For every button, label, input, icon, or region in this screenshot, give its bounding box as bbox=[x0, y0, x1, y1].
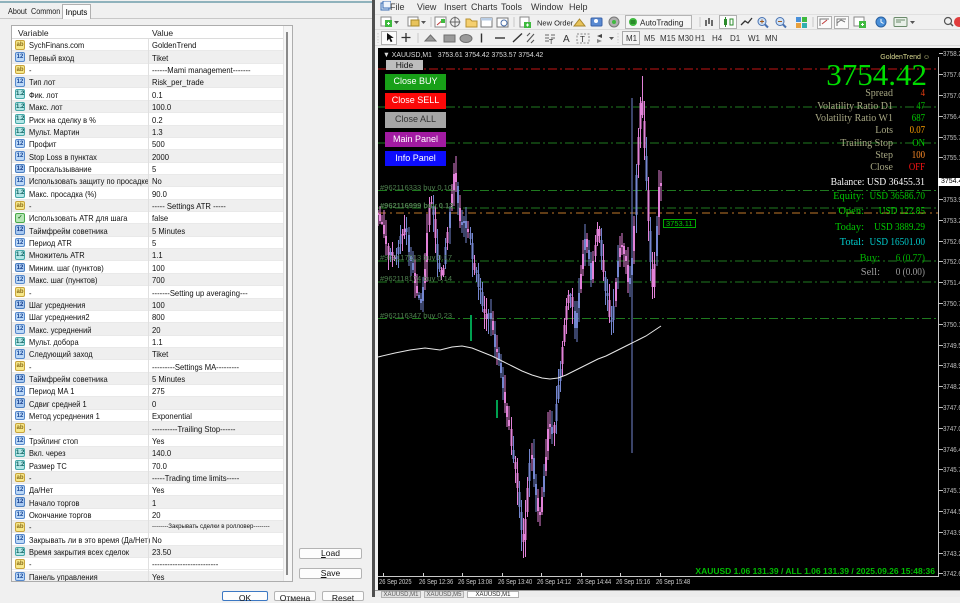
svg-text:A: A bbox=[563, 34, 570, 45]
svg-text:T: T bbox=[549, 39, 554, 45]
svg-text:MN: MN bbox=[765, 34, 778, 43]
svg-text:New Order: New Order bbox=[537, 19, 574, 28]
svg-text:M1: M1 bbox=[626, 34, 638, 43]
svg-text:M15: M15 bbox=[660, 34, 676, 43]
svg-text:T: T bbox=[580, 35, 585, 44]
svg-text:H4: H4 bbox=[712, 34, 723, 43]
svg-text:M30: M30 bbox=[678, 34, 694, 43]
svg-text:D1: D1 bbox=[730, 34, 741, 43]
svg-text:H1: H1 bbox=[695, 34, 706, 43]
svg-text:W1: W1 bbox=[748, 34, 761, 43]
svg-text:AutoTrading: AutoTrading bbox=[640, 19, 683, 28]
svg-text:M5: M5 bbox=[644, 34, 656, 43]
